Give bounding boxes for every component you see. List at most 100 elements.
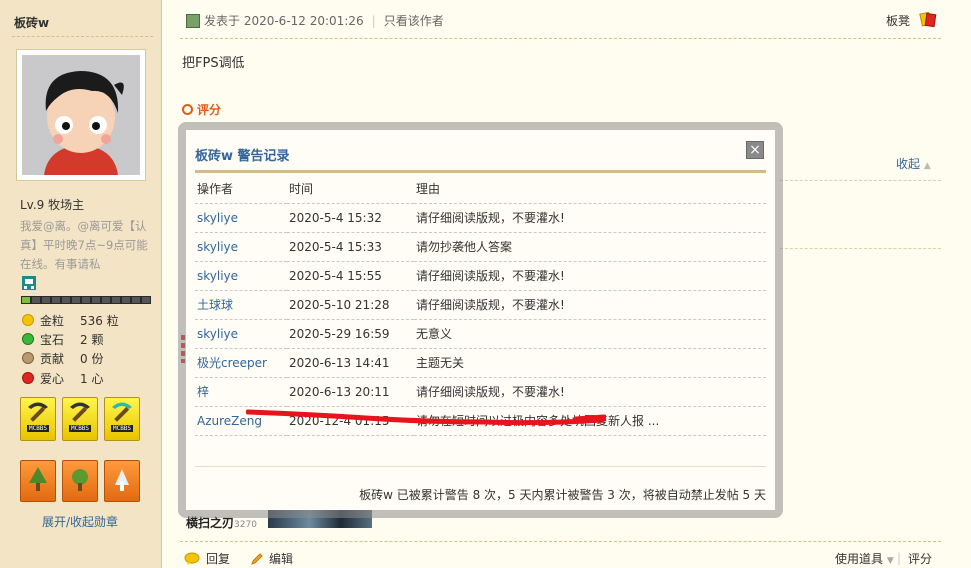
warning-time: 2020-12-4 01:15	[287, 406, 414, 436]
warning-time: 2020-6-13 20:11	[287, 377, 414, 407]
only-author-link[interactable]: 只看该作者	[384, 12, 444, 29]
warning-dialog-frame: 板砖w 警告记录 × 操作者 时间 理由 skyliye 2020-5-4 15…	[178, 122, 783, 518]
header-separator: |	[371, 13, 376, 28]
shovel-medal[interactable]	[104, 460, 140, 502]
medal-tag: MCBBS	[110, 425, 134, 432]
summary-divider	[195, 466, 766, 467]
table-row: 土球球 2020-5-10 21:28 请仔细阅读版规，不要灌水!	[195, 290, 766, 320]
table-row: skyliye 2020-5-4 15:55 请仔细阅读版规，不要灌水!	[195, 261, 766, 291]
experience-bar	[21, 296, 151, 304]
floor-label[interactable]: 板凳	[886, 12, 910, 29]
post-content: 把FPS调低	[182, 56, 245, 71]
stat-value: 2 颗	[80, 332, 104, 347]
tools-label: 使用道具	[835, 552, 884, 566]
warning-reason: 请勿抄袭他人答案	[414, 232, 766, 262]
online-status-icon	[186, 13, 200, 28]
warning-time: 2020-5-4 15:32	[287, 203, 414, 233]
operator-link[interactable]: skyliye	[195, 203, 287, 233]
operator-link[interactable]: 梓	[195, 377, 287, 407]
post-header: 发表于 2020-6-12 20:01:26 | 只看该作者	[186, 12, 444, 29]
table-row: 极光creeper 2020-6-13 14:41 主题无关	[195, 348, 766, 378]
table-row: skyliye 2020-5-4 15:32 请仔细阅读版规，不要灌水!	[195, 203, 766, 233]
warning-reason: 主题无关	[414, 348, 766, 378]
operator-link[interactable]: 极光creeper	[195, 348, 287, 378]
sapling-medal[interactable]	[62, 460, 98, 502]
warning-summary: 板砖w 已被累计警告 8 次，5 天内累计被警告 3 次，将被自动禁止发帖 5 …	[359, 488, 766, 502]
operator-link[interactable]: 土球球	[195, 290, 287, 320]
stat-heart: 爱心 1 心	[22, 369, 103, 387]
toggle-medals-link[interactable]: 展开/收起勋章	[42, 513, 118, 530]
operator-link[interactable]: skyliye	[195, 261, 287, 291]
column-header: 理由	[414, 175, 766, 204]
background-divider	[780, 180, 941, 181]
experience-bar-fill	[22, 297, 30, 303]
caret-down-icon: ▼	[886, 556, 894, 566]
warning-reason: 请仔细阅读版规，不要灌水!	[414, 290, 766, 320]
gem-icon	[22, 333, 34, 345]
caret-up-icon: ▲	[923, 161, 931, 171]
background-divider	[780, 248, 941, 249]
weapon-number: 3270	[234, 520, 257, 530]
rate-circle-icon	[182, 104, 193, 115]
author-sidebar: 板砖w Lv.9 牧场主 我爱@离。@离可爱【认真】平时晚7点~9点可能在线。有…	[0, 0, 162, 568]
tree-icon	[29, 467, 47, 491]
author-username[interactable]: 板砖w	[14, 14, 49, 31]
warning-reason: 请仔细阅读版规，不要灌水!	[414, 203, 766, 233]
medal-tag: MCBBS	[26, 425, 50, 432]
tree-medal[interactable]	[20, 460, 56, 502]
pickaxe-medal[interactable]: MCBBS	[20, 397, 56, 441]
gold-coin-icon	[22, 314, 34, 326]
user-group-icon	[22, 276, 36, 290]
speech-bubble-icon	[184, 552, 200, 565]
avatar-cartoon-boy-icon	[22, 55, 140, 175]
pickaxe-icon	[28, 402, 48, 422]
reply-button[interactable]: 回复	[184, 550, 230, 567]
collapse-label: 收起	[896, 157, 921, 171]
medal-row-1: MCBBS MCBBS MCBBS	[20, 397, 140, 441]
table-row: skyliye 2020-5-4 15:33 请勿抄袭他人答案	[195, 232, 766, 262]
warning-time: 2020-6-13 14:41	[287, 348, 414, 378]
footer-divider	[180, 541, 941, 542]
rate-label-text: 评分	[197, 103, 222, 117]
warning-reason: 请仔细阅读版规，不要灌水!	[414, 261, 766, 291]
contribution-icon	[22, 352, 34, 364]
pickaxe-icon	[70, 402, 90, 422]
warning-dialog: 板砖w 警告记录 × 操作者 时间 理由 skyliye 2020-5-4 15…	[186, 130, 775, 510]
stat-label: 爱心	[40, 371, 65, 386]
operator-link[interactable]: skyliye	[195, 232, 287, 262]
reply-label: 回复	[206, 552, 231, 566]
operator-link[interactable]: AzureZeng	[195, 406, 287, 436]
warning-reason: 请勿在短时间以过极内容多处坑回复新人报 ...	[414, 406, 766, 436]
post-timestamp: 发表于 2020-6-12 20:01:26	[204, 14, 364, 28]
column-header: 时间	[287, 175, 414, 204]
stat-contribution: 贡献 0 份	[22, 349, 103, 367]
sidebar-divider	[12, 36, 153, 37]
header-divider	[180, 38, 941, 39]
close-icon[interactable]: ×	[746, 141, 764, 159]
operator-link[interactable]: skyliye	[195, 319, 287, 349]
edit-button[interactable]: 编辑	[250, 550, 293, 567]
author-bio: 我爱@离。@离可爱【认真】平时晚7点~9点可能在线。有事请私	[20, 219, 148, 271]
sapling-icon	[72, 469, 88, 491]
rate-section-label[interactable]: 评分	[182, 101, 221, 118]
diamond-pickaxe-icon	[112, 402, 132, 422]
use-tools-button[interactable]: 使用道具 ▼	[835, 550, 894, 567]
warning-reason: 请仔细阅读版规，不要灌水!	[414, 377, 766, 407]
table-row: 梓 2020-6-13 20:11 请仔细阅读版规，不要灌水!	[195, 377, 766, 407]
warning-time: 2020-5-4 15:33	[287, 232, 414, 262]
table-header-row: 操作者 时间 理由	[195, 175, 766, 204]
author-level: Lv.9 牧场主	[20, 198, 85, 212]
table-row: skyliye 2020-5-29 16:59 无意义	[195, 319, 766, 349]
warning-time: 2020-5-10 21:28	[287, 290, 414, 320]
stat-value: 536 粒	[80, 313, 119, 328]
stat-value: 0 份	[80, 351, 104, 366]
shovel-icon	[115, 469, 129, 491]
diamond-pickaxe-medal[interactable]: MCBBS	[104, 397, 140, 441]
stat-value: 1 心	[80, 371, 104, 386]
rate-button[interactable]: 评分	[908, 550, 932, 567]
avatar[interactable]	[16, 49, 146, 181]
heart-apple-icon	[22, 372, 34, 384]
weapon-name: 横扫之刃	[186, 516, 235, 530]
pickaxe-medal[interactable]: MCBBS	[62, 397, 98, 441]
collapse-link[interactable]: 收起 ▲	[896, 155, 931, 172]
